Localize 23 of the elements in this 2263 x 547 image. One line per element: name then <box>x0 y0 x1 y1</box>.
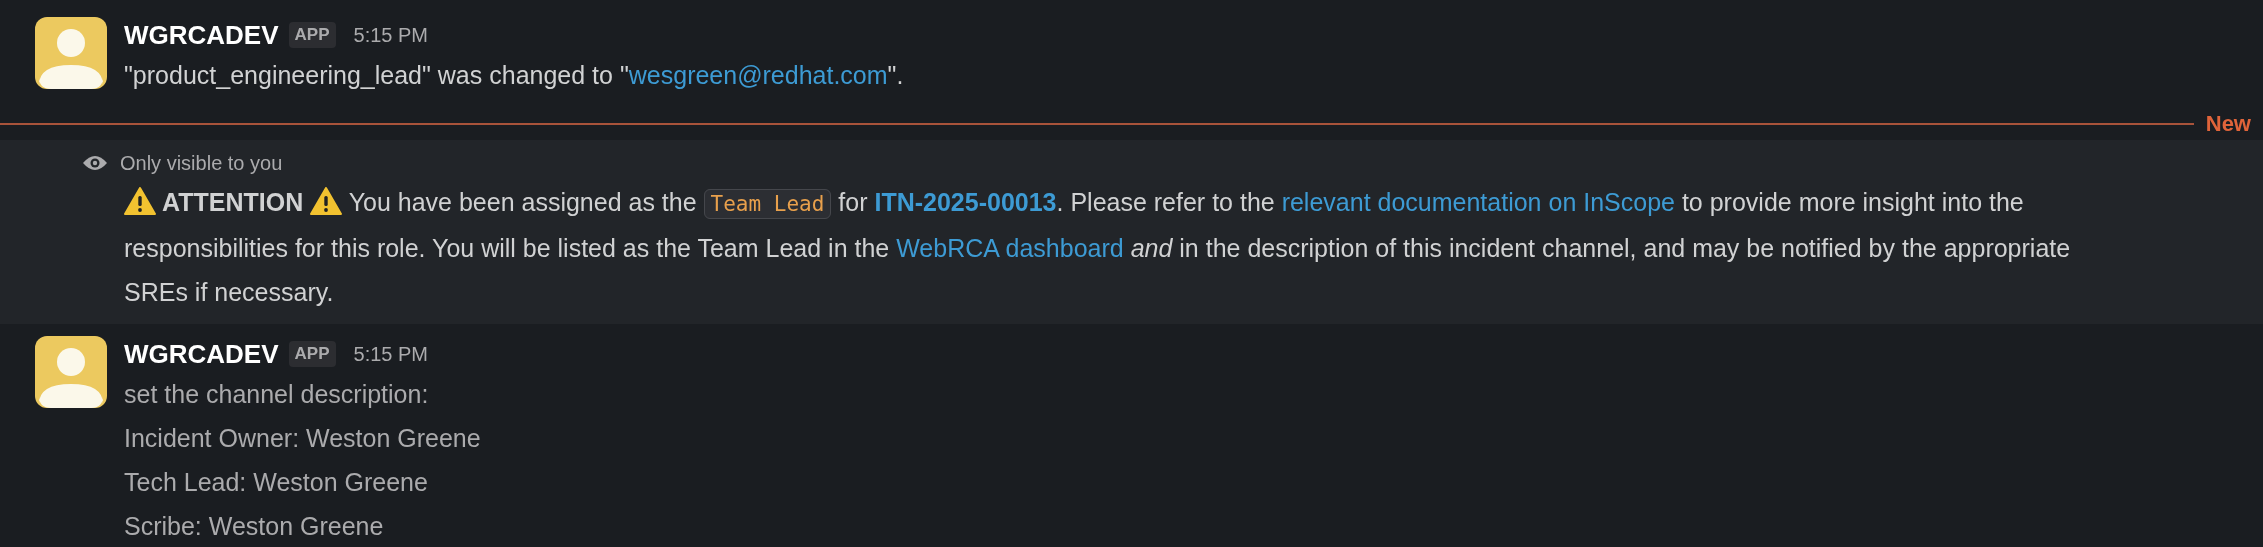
message-text: Incident Owner: Weston Greene <box>124 423 481 454</box>
message-text: "product_engineering_lead" was changed to "wesgreen@redhat.com". <box>124 60 904 91</box>
message-text: Tech Lead: Weston Greene <box>124 467 429 498</box>
warning-icon <box>124 187 156 215</box>
timestamp[interactable]: 5:15 PM <box>353 20 428 50</box>
sender-name[interactable]: WGRCADEV <box>124 15 279 55</box>
incident-link[interactable]: ITN-2025-00013 <box>874 188 1057 216</box>
sender-name[interactable]: WGRCADEV <box>124 334 279 374</box>
link[interactable]: wesgreen@redhat.com <box>628 61 888 89</box>
app-badge: APP <box>288 22 336 48</box>
message-text: Scribe: Weston Greene <box>124 511 385 542</box>
warning-icon <box>310 187 343 215</box>
eye-icon <box>82 154 108 172</box>
avatar-icon[interactable] <box>35 336 107 408</box>
visibility-notice: Only visible to you <box>120 151 283 176</box>
link[interactable]: WebRCA dashboard <box>896 234 1124 262</box>
app-badge: APP <box>288 341 336 367</box>
timestamp[interactable]: 5:15 PM <box>353 339 428 369</box>
new-divider-label: New <box>2204 110 2252 138</box>
avatar-icon[interactable] <box>35 17 107 89</box>
message-text: set the channel description: <box>124 379 430 410</box>
message-text: ATTENTION You have been assigned as the Team Lead for ITN-2025-00013. Please refer to the relevant documentation on InScope to provide more insight into the responsibilities for this role. You will be listed as the Team Lead in the WebRCA dashboard and in the description of this incident channel, and may be notified by the appropriate SREs if necessary. <box>124 186 2072 308</box>
link[interactable]: relevant documentation on InScope <box>1281 188 1675 216</box>
